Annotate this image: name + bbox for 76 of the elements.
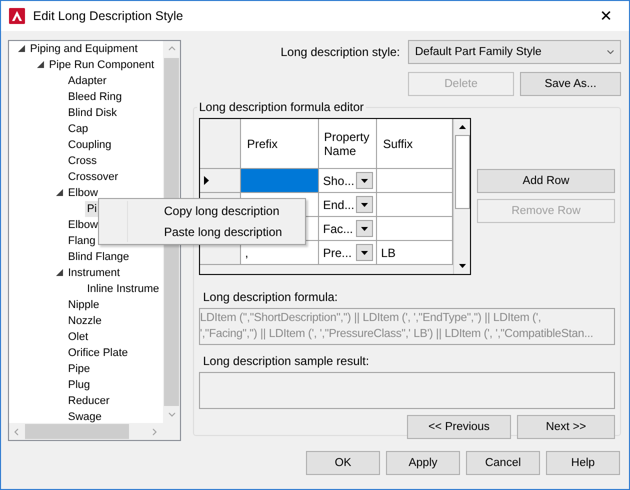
style-dropdown[interactable]: Default Part Family Style [408, 40, 621, 64]
style-label: Long description style: [280, 45, 400, 59]
column-header: Suffix [383, 136, 413, 150]
tree-item[interactable]: Instrument [66, 265, 122, 281]
tree-item[interactable]: Flang [66, 233, 98, 249]
tree-item[interactable]: Pipe [66, 361, 92, 377]
sample-label: Long description sample result: [203, 354, 370, 368]
ok-button[interactable]: OK [306, 451, 380, 475]
window-title: Edit Long Description Style [33, 9, 184, 23]
tree-item[interactable]: Blind Flange [66, 249, 132, 265]
expanded-icon[interactable] [56, 269, 62, 276]
expanded-icon[interactable] [18, 45, 24, 52]
tree-item[interactable]: Piping and Equipment [28, 41, 140, 57]
expanded-icon[interactable] [36, 61, 44, 68]
tree-item[interactable]: Olet [66, 329, 90, 345]
add-row-button[interactable]: Add Row [477, 169, 615, 193]
app-logo-icon [9, 8, 25, 24]
tree-item[interactable]: Pi [85, 201, 99, 217]
column-header: Prefix [247, 136, 278, 150]
caret-icon [458, 125, 466, 129]
apply-button[interactable]: Apply [386, 451, 460, 475]
grid-cell[interactable] [377, 169, 453, 192]
grid-cell: End... [323, 198, 354, 212]
tree-item[interactable]: Orifice Plate [66, 345, 130, 361]
next-button[interactable]: Next >> [517, 415, 615, 439]
caret-icon [361, 250, 368, 254]
tree-item[interactable]: Adapter [66, 73, 109, 89]
caret-icon [458, 264, 466, 268]
dropdown-button[interactable] [356, 172, 373, 189]
tree-item[interactable]: Swage [66, 409, 104, 423]
tree-item[interactable]: Plug [66, 377, 92, 393]
current-row-icon [204, 176, 209, 185]
grid-cell[interactable]: LB [377, 241, 453, 264]
caret-icon [361, 226, 368, 230]
caret-icon [361, 202, 368, 206]
menu-item[interactable]: Copy long description [99, 201, 305, 222]
dropdown-button[interactable] [356, 244, 373, 261]
save-as-button[interactable]: Save As... [520, 72, 621, 96]
grid-row[interactable]: Sho... [200, 169, 453, 193]
cancel-button[interactable]: Cancel [466, 451, 540, 475]
tree-item[interactable]: Coupling [66, 137, 114, 153]
horizontal-scrollbar[interactable] [9, 423, 163, 440]
dropdown-button[interactable] [356, 196, 373, 213]
tree-item[interactable]: Blind Disk [66, 105, 119, 121]
grid-cell[interactable] [377, 217, 453, 240]
scrollbar-thumb[interactable] [454, 135, 470, 209]
tree-item[interactable]: Elbow [66, 185, 100, 201]
grid-cell[interactable] [377, 193, 453, 216]
close-button[interactable]: ✕ [591, 2, 621, 30]
grid-cell: Fac... [323, 222, 354, 236]
grid-cell[interactable] [241, 169, 319, 192]
group-title: Long description formula editor [198, 100, 365, 114]
tree-item[interactable]: Bleed Ring [66, 89, 124, 105]
tree-item[interactable]: Elbow [66, 217, 100, 233]
grid-scrollbar[interactable] [453, 119, 470, 274]
grid-cell: Sho... [323, 174, 354, 188]
previous-button[interactable]: << Previous [407, 415, 511, 439]
expanded-icon[interactable] [56, 189, 62, 196]
menu-item[interactable]: Paste long description [99, 222, 305, 242]
tree-item[interactable]: Nozzle [66, 313, 104, 329]
chevron-down-icon [607, 50, 614, 54]
grid-row[interactable]: , Pre... LB [200, 241, 453, 265]
tree-item[interactable]: Inline Instrume [85, 281, 162, 297]
column-header: Property Name [324, 130, 370, 158]
caret-icon [361, 178, 368, 182]
tree-item[interactable]: Cap [66, 121, 90, 137]
tree-item[interactable]: Nipple [66, 297, 102, 313]
tree-item[interactable]: Crossover [66, 169, 120, 185]
formula-label: Long description formula: [203, 290, 339, 304]
help-button[interactable]: Help [546, 451, 620, 475]
tree-item[interactable]: Pipe Run Component [47, 57, 156, 73]
sample-result-field[interactable] [199, 372, 615, 409]
dropdown-button[interactable] [356, 220, 373, 237]
tree-item[interactable]: Cross [66, 153, 99, 169]
tree-item[interactable]: Reducer [66, 393, 112, 409]
grid-cell: Pre... [323, 246, 352, 260]
